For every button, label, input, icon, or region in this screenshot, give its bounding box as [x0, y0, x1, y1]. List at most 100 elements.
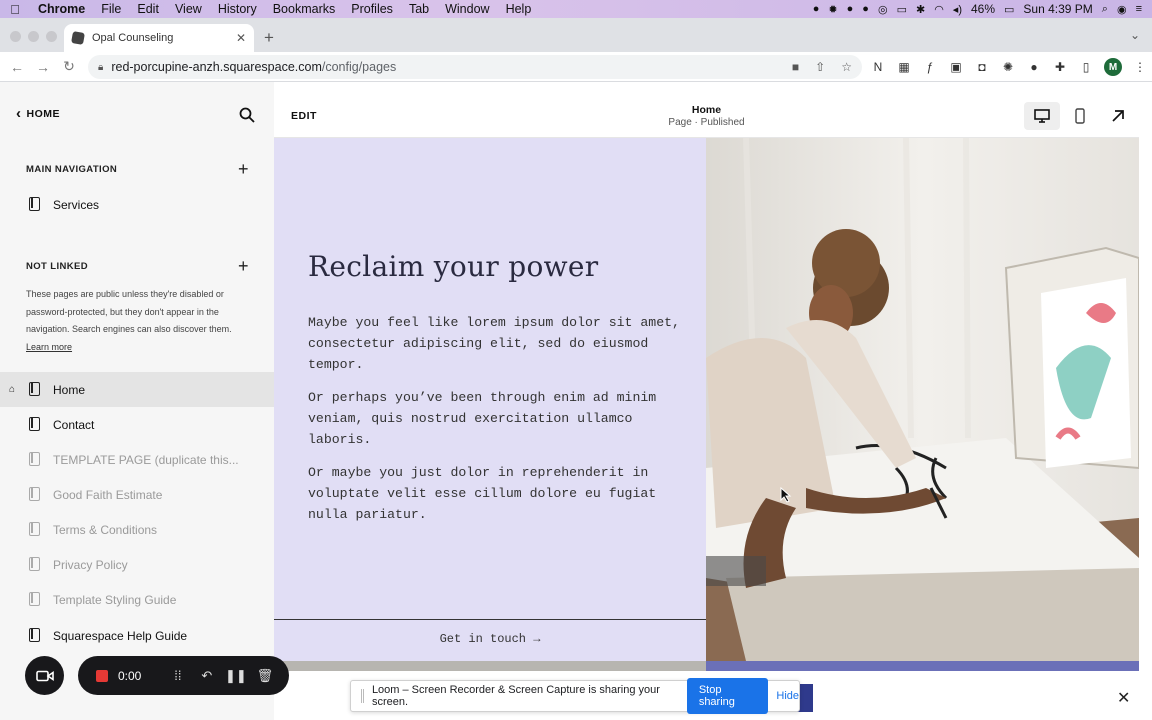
fonts-extension-icon[interactable]: ƒ [922, 59, 938, 75]
hero-paragraph-1[interactable]: Maybe you feel like lorem ipsum dolor si… [308, 312, 688, 375]
record-status-icon[interactable]: ● [862, 3, 869, 15]
loom-recording-controls: 0:00 ⁞⁞ ↶ ❚❚ 🗑︎ [78, 656, 289, 695]
hero-paragraph-2[interactable]: Or perhaps you’ve been through enim ad m… [308, 387, 688, 450]
menu-help[interactable]: Help [498, 2, 540, 16]
sidebar-item-services[interactable]: Services [0, 187, 274, 222]
learn-more-link[interactable]: Learn more [26, 342, 72, 352]
menu-view[interactable]: View [167, 2, 210, 16]
menu-file[interactable]: File [93, 2, 129, 16]
drag-handle-icon[interactable] [361, 689, 364, 703]
screen-sharing-notification: Loom – Screen Recorder & Screen Capture … [350, 678, 800, 714]
stop-recording-icon[interactable] [96, 669, 108, 682]
sidebar-item-template-page[interactable]: TEMPLATE PAGE (duplicate this... [0, 442, 274, 477]
not-linked-heading: NOT LINKED [26, 261, 89, 272]
page-icon [29, 452, 40, 466]
back-arrow-icon[interactable]: ← [4, 59, 30, 75]
back-to-home-link[interactable]: ‹ HOME [16, 106, 60, 121]
notion-extension-icon[interactable]: N [870, 59, 886, 75]
bluetooth-icon[interactable]: ✱ [916, 3, 925, 16]
forward-arrow-icon[interactable]: → [30, 59, 56, 75]
control-center-icon[interactable]: ≡ [1136, 3, 1142, 15]
add-not-linked-page-icon[interactable]: + [238, 257, 249, 275]
sidebar-item-terms-conditions[interactable]: Terms & Conditions [0, 512, 274, 547]
menu-app-name[interactable]: Chrome [30, 2, 93, 16]
sidebar-item-template-styling-guide[interactable]: Template Styling Guide [0, 582, 274, 617]
tab-search-chevron-icon[interactable]: ⌄ [1130, 28, 1140, 42]
spotlight-search-icon[interactable]: ⌕ [1102, 3, 1108, 16]
screen-share-icon[interactable]: ◎ [878, 3, 888, 16]
siri-icon[interactable]: ◉ [1117, 3, 1127, 16]
get-in-touch-button[interactable]: Get in touch → [274, 632, 706, 646]
loom-extension-icon[interactable]: ● [1026, 59, 1042, 75]
hide-notification-button[interactable]: Hide [776, 690, 799, 702]
display-icon[interactable]: ▭ [897, 3, 907, 16]
search-icon[interactable] [238, 106, 256, 124]
hero-paragraph-3[interactable]: Or maybe you just dolor in reprehenderit… [308, 462, 688, 525]
hero-image[interactable] [706, 138, 1139, 661]
sidebar-item-good-faith-estimate[interactable]: Good Faith Estimate [0, 477, 274, 512]
woman-painting-photo [706, 138, 1139, 661]
battery-percent[interactable]: 46% [971, 2, 995, 16]
extensions-puzzle-icon[interactable]: ✚ [1052, 59, 1068, 75]
reload-icon[interactable]: ↻ [56, 58, 82, 75]
sidebar-item-label: Terms & Conditions [53, 522, 158, 537]
sidebar-item-label: Template Styling Guide [53, 592, 177, 607]
window-zoom-icon[interactable] [46, 31, 57, 42]
sidebar-item-privacy-policy[interactable]: Privacy Policy [0, 547, 274, 582]
menu-tab[interactable]: Tab [401, 2, 437, 16]
menu-window[interactable]: Window [437, 2, 497, 16]
desktop-view-button[interactable] [1024, 102, 1060, 130]
profile-avatar[interactable]: M [1104, 58, 1122, 76]
page-icon [29, 487, 40, 501]
loom-camera-button[interactable] [25, 656, 64, 695]
microphone-icon[interactable]: ● [813, 3, 820, 15]
sidebar-item-contact[interactable]: Contact [0, 407, 274, 442]
color-picker-extension-icon[interactable]: ✺ [1000, 59, 1016, 75]
drawing-tools-icon[interactable]: ⁞⁞ [163, 668, 192, 683]
menu-edit[interactable]: Edit [129, 2, 167, 16]
battery-icon[interactable]: ▭ [1004, 3, 1014, 16]
camera-extension-icon[interactable]: ◘ [974, 59, 990, 75]
css-extension-icon[interactable]: ▣ [948, 59, 964, 75]
menu-history[interactable]: History [210, 2, 265, 16]
window-minimize-icon[interactable] [28, 31, 39, 42]
tab-close-icon[interactable]: ✕ [236, 31, 246, 45]
new-tab-icon[interactable]: + [264, 28, 274, 48]
lock-icon[interactable]: 🔒︎ [98, 62, 103, 73]
hero-text-section[interactable]: Reclaim your power Maybe you feel like l… [274, 138, 706, 661]
sidebar-item-home[interactable]: ⌂ Home [0, 372, 274, 407]
apps-grid-icon[interactable]: ▦ [896, 59, 912, 75]
sidebar-item-squarespace-help-guide[interactable]: Squarespace Help Guide [0, 618, 274, 653]
window-close-icon[interactable] [10, 31, 21, 42]
open-external-arrow-icon[interactable] [1108, 106, 1128, 126]
mobile-view-button[interactable] [1068, 102, 1092, 130]
address-bar[interactable]: 🔒︎ red-porcupine-anzh.squarespace.com/co… [88, 55, 862, 79]
browser-tab-active[interactable]: Opal Counseling ✕ [64, 24, 254, 52]
camera-blocked-icon[interactable]: ■ [792, 60, 799, 74]
kebab-menu-icon[interactable]: ⋮ [1132, 59, 1148, 75]
stop-sharing-button[interactable]: Stop sharing [686, 678, 769, 714]
side-panel-icon[interactable]: ▯ [1078, 59, 1094, 75]
wifi-icon[interactable]: ◠ [934, 3, 944, 16]
share-icon[interactable]: ⇧ [815, 60, 825, 74]
close-icon[interactable]: ✕ [1117, 688, 1130, 708]
pause-icon[interactable]: ❚❚ [221, 668, 250, 684]
gear-icon[interactable]: ✹ [828, 3, 837, 16]
macos-menu-bar:  Chrome File Edit View History Bookmark… [0, 0, 1152, 18]
bookmark-star-icon[interactable]: ☆ [841, 60, 852, 74]
apple-menu-icon[interactable]:  [0, 2, 30, 17]
sidebar-item-label: TEMPLATE PAGE (duplicate this... [53, 452, 239, 467]
url-path: /config/pages [321, 60, 397, 74]
delete-recording-icon[interactable]: 🗑︎ [250, 668, 279, 684]
menu-bookmarks[interactable]: Bookmarks [265, 2, 344, 16]
homepage-house-icon: ⌂ [9, 384, 16, 395]
restart-recording-icon[interactable]: ↶ [192, 668, 221, 684]
loom-status-icon[interactable]: ● [847, 3, 854, 15]
hero-heading[interactable]: Reclaim your power [308, 250, 599, 283]
menu-clock[interactable]: Sun 4:39 PM [1023, 2, 1092, 16]
sharing-message: Loom – Screen Recorder & Screen Capture … [371, 684, 660, 708]
add-main-nav-page-icon[interactable]: + [238, 160, 249, 178]
volume-icon[interactable]: ◂) [953, 3, 962, 16]
squarespace-favicon-icon [71, 31, 85, 45]
menu-profiles[interactable]: Profiles [343, 2, 401, 16]
